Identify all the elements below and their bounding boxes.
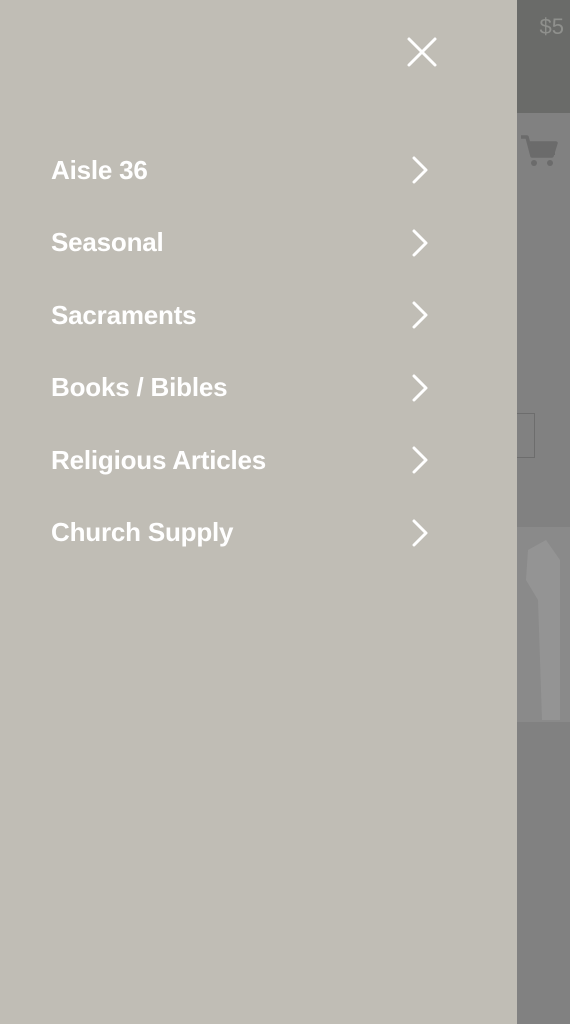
menu-item-religious-articles[interactable]: Religious Articles xyxy=(0,424,517,497)
menu-item-church-supply[interactable]: Church Supply xyxy=(0,497,517,570)
menu-item-label: Seasonal xyxy=(51,227,164,258)
chevron-right-icon xyxy=(412,301,428,329)
menu-item-label: Church Supply xyxy=(51,517,234,548)
close-icon[interactable] xyxy=(404,34,440,70)
chevron-right-icon xyxy=(412,519,428,547)
navigation-drawer: Aisle 36 Seasonal Sacraments Books / Bib… xyxy=(0,0,517,1024)
menu-item-label: Sacraments xyxy=(51,299,197,330)
menu-item-seasonal[interactable]: Seasonal xyxy=(0,207,517,280)
chevron-right-icon xyxy=(412,229,428,257)
chevron-right-icon xyxy=(412,374,428,402)
cart-icon[interactable] xyxy=(520,134,558,168)
menu-item-aisle-36[interactable]: Aisle 36 xyxy=(0,134,517,207)
page: $5 Aisle 36 Seasonal Sacraments Books / … xyxy=(0,0,570,1024)
drawer-menu: Aisle 36 Seasonal Sacraments Books / Bib… xyxy=(0,134,517,569)
menu-item-label: Aisle 36 xyxy=(51,154,148,185)
chevron-right-icon xyxy=(412,446,428,474)
menu-item-label: Religious Articles xyxy=(51,444,267,475)
chevron-right-icon xyxy=(412,156,428,184)
menu-item-sacraments[interactable]: Sacraments xyxy=(0,279,517,352)
menu-item-books-bibles[interactable]: Books / Bibles xyxy=(0,352,517,425)
background-product-shape xyxy=(526,540,560,720)
menu-item-label: Books / Bibles xyxy=(51,372,228,403)
background-price: $5 xyxy=(539,14,564,39)
